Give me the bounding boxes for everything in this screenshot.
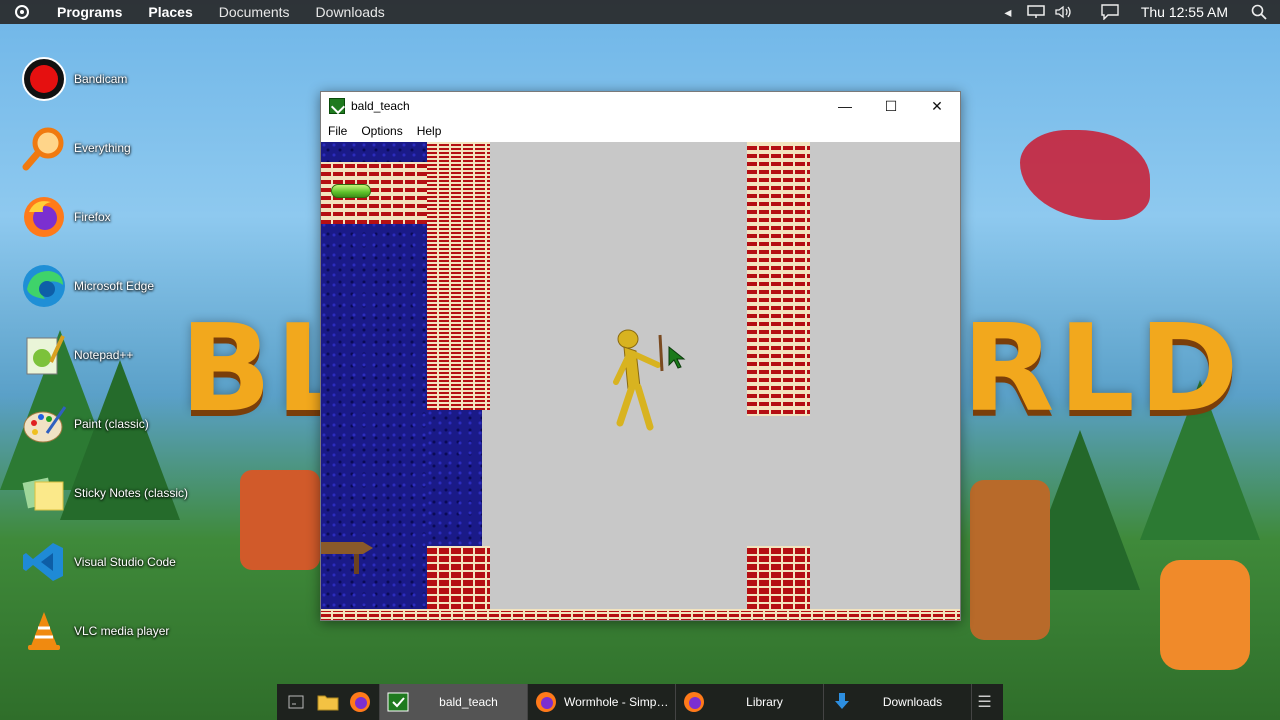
- panel-menu-programs[interactable]: Programs: [44, 4, 135, 20]
- brick-pillar-bottom-right: [747, 546, 810, 610]
- desktop-icon-bandicam[interactable]: Bandicam: [18, 44, 198, 113]
- clock[interactable]: Thu 12:55 AM: [1127, 4, 1242, 20]
- window-menubar: File Options Help: [321, 120, 960, 142]
- desktop-icon-label: Everything: [74, 140, 131, 155]
- desktop-icon-label: Visual Studio Code: [74, 554, 176, 569]
- desktop-icon-sticky-notes[interactable]: Sticky Notes (classic): [18, 458, 198, 527]
- taskbar-item-bald-teach[interactable]: bald_teach: [379, 684, 527, 720]
- system-tray: ◂ Thu 12:55 AM: [997, 3, 1280, 21]
- maximize-icon: ☐: [884, 97, 898, 114]
- brick-pillar-bottom-left: [427, 546, 490, 610]
- signpost: [321, 542, 373, 574]
- panel-menu-documents[interactable]: Documents: [206, 4, 303, 20]
- taskbar-item-library[interactable]: Library: [675, 684, 823, 720]
- taskbar-menu-icon[interactable]: ☰: [971, 684, 997, 720]
- minimize-button[interactable]: —: [822, 92, 868, 120]
- desktop-icon-vlc[interactable]: VLC media player: [18, 596, 198, 665]
- taskbar: bald_teach Wormhole - Simpl... Library D…: [277, 684, 1003, 720]
- desktop-icon-label: Sticky Notes (classic): [74, 485, 189, 500]
- show-desktop-button[interactable]: [283, 689, 309, 715]
- close-button[interactable]: ✕: [914, 92, 960, 120]
- game-icon: [329, 98, 345, 114]
- menu-options[interactable]: Options: [354, 124, 409, 138]
- paint-icon: [18, 398, 70, 450]
- edge-icon: [18, 260, 70, 312]
- desktop-icon-notepadpp[interactable]: Notepad++: [18, 320, 198, 389]
- file-manager-icon[interactable]: [315, 689, 341, 715]
- window-titlebar[interactable]: bald_teach — ☐ ✕: [321, 92, 960, 120]
- notepad-icon: [18, 329, 70, 381]
- desktop-icon-label: Paint (classic): [74, 416, 149, 431]
- notifications-icon[interactable]: [1099, 3, 1121, 21]
- green-pill-item: [331, 184, 371, 198]
- panel-menu-places[interactable]: Places: [135, 4, 205, 20]
- applications-icon: [15, 5, 29, 19]
- desktop-icon-label: VLC media player: [74, 623, 170, 638]
- taskbar-item-label: bald_teach: [439, 695, 498, 709]
- desktop-icon-label: Bandicam: [74, 71, 128, 86]
- brick-pillar-right: [747, 142, 810, 416]
- volume-icon[interactable]: [1053, 3, 1075, 21]
- top-panel: Programs Places Documents Downloads ◂ Th…: [0, 0, 1280, 24]
- vlc-icon: [18, 605, 70, 657]
- brick-pillar-left: [427, 142, 490, 410]
- wallpaper-title-right: RLD: [962, 300, 1243, 439]
- bandicam-icon: [18, 53, 70, 105]
- taskbar-item-label: Downloads: [882, 695, 943, 709]
- desktop-icons: Bandicam Everything Firefox Microsoft Ed…: [18, 44, 198, 665]
- menu-file[interactable]: File: [321, 124, 354, 138]
- network-icon[interactable]: [1025, 3, 1047, 21]
- taskbar-item-downloads[interactable]: Downloads: [823, 684, 971, 720]
- water-area: [427, 410, 482, 546]
- window-title: bald_teach: [351, 99, 410, 113]
- game-icon: [386, 690, 410, 714]
- desktop-icon-vscode[interactable]: Visual Studio Code: [18, 527, 198, 596]
- firefox-icon: [18, 191, 70, 243]
- desktop-icon-edge[interactable]: Microsoft Edge: [18, 251, 198, 320]
- firefox-icon: [534, 690, 558, 714]
- taskbar-item-label: Library: [746, 695, 783, 709]
- minimize-icon: —: [838, 98, 852, 114]
- applications-button[interactable]: [0, 0, 44, 24]
- desktop-icon-label: Microsoft Edge: [74, 278, 155, 293]
- firefox-icon[interactable]: [347, 689, 373, 715]
- search-icon: [18, 122, 70, 174]
- taskbar-item-wormhole[interactable]: Wormhole - Simpl...: [527, 684, 675, 720]
- mouse-cursor-icon: [668, 345, 686, 369]
- desktop-icon-paint[interactable]: Paint (classic): [18, 389, 198, 458]
- taskbar-item-label: Wormhole - Simpl...: [564, 695, 669, 709]
- download-icon: [830, 690, 854, 714]
- vscode-icon: [18, 536, 70, 588]
- desktop-icon-label: Notepad++: [74, 347, 134, 362]
- search-icon[interactable]: [1248, 3, 1270, 21]
- app-window: bald_teach — ☐ ✕ File Options Help: [320, 91, 961, 621]
- panel-menu-downloads[interactable]: Downloads: [303, 4, 398, 20]
- desktop-icon-firefox[interactable]: Firefox: [18, 182, 198, 251]
- tray-arrow-icon[interactable]: ◂: [997, 3, 1019, 21]
- desktop-icon-label: Firefox: [74, 209, 111, 224]
- maximize-button[interactable]: ☐: [868, 92, 914, 120]
- firefox-icon: [682, 690, 706, 714]
- game-canvas[interactable]: [321, 142, 960, 620]
- close-icon: ✕: [931, 97, 943, 114]
- brick-floor: [321, 609, 960, 620]
- player-character: [613, 329, 664, 431]
- sticky-notes-icon: [18, 467, 70, 519]
- menu-help[interactable]: Help: [410, 124, 449, 138]
- desktop-icon-everything[interactable]: Everything: [18, 113, 198, 182]
